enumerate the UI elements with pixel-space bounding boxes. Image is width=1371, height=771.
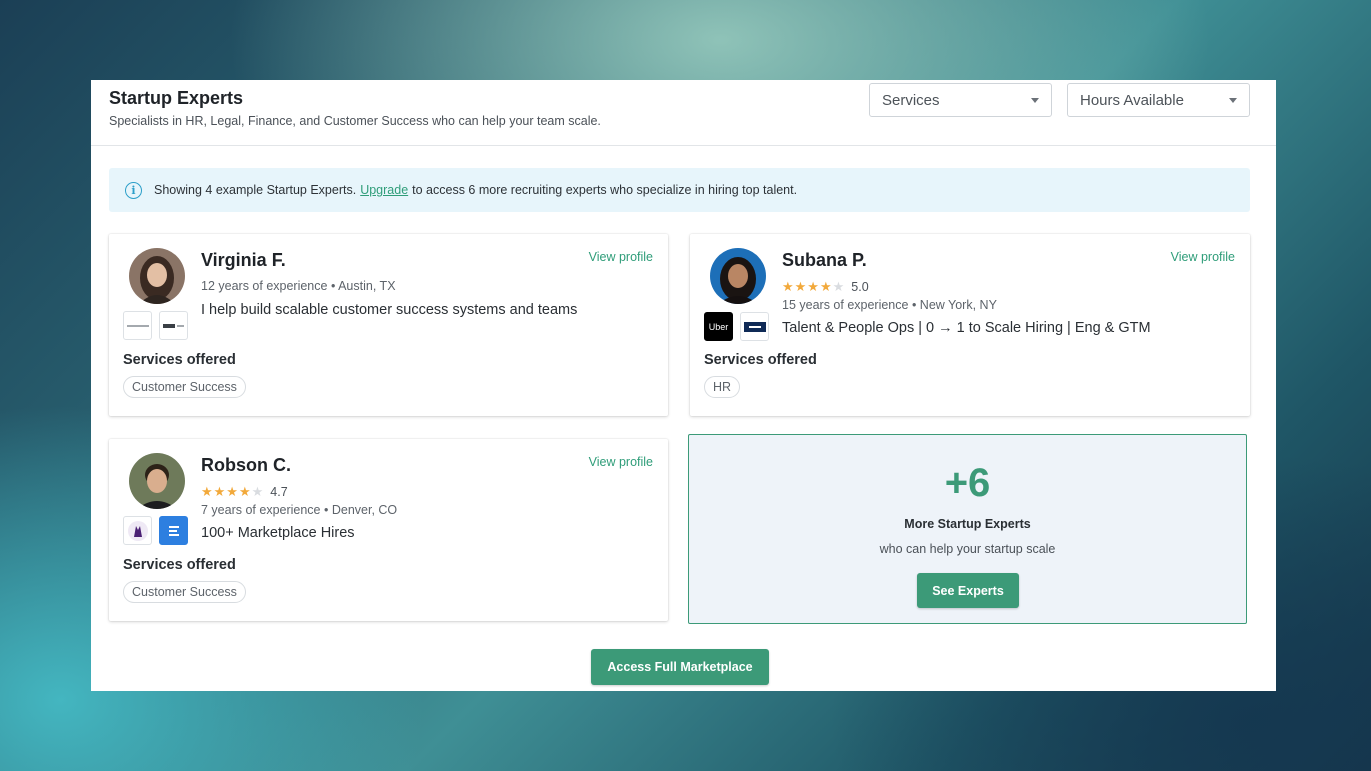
info-icon: i <box>125 181 142 199</box>
rating: ★★★★★ 4.7 <box>201 484 288 500</box>
expert-card-robson: Robson C. View profile ★★★★★ 4.7 7 years… <box>109 439 668 621</box>
expert-headline: Talent & People Ops | 0 → 1 to Scale Hir… <box>782 320 1151 336</box>
more-experts-count: +6 <box>944 461 991 505</box>
more-experts-card: +6 More Startup Experts who can help you… <box>688 434 1247 624</box>
company-logos <box>123 311 188 340</box>
services-offered-label: Services offered <box>123 557 236 573</box>
star-rating-icon: ★★★★★ <box>782 279 846 294</box>
see-experts-button[interactable]: See Experts <box>917 573 1019 608</box>
avatar <box>710 248 766 304</box>
expert-name: Robson C. <box>201 455 291 475</box>
services-filter-select[interactable]: Services <box>869 83 1052 117</box>
expert-meta: 12 years of experience • Austin, TX <box>201 279 396 293</box>
page-title: Startup Experts <box>109 88 244 108</box>
company-logo-icon <box>159 516 188 545</box>
company-logo-icon <box>159 311 188 340</box>
avatar <box>129 248 185 304</box>
service-tag: Customer Success <box>123 581 246 603</box>
chevron-down-icon <box>1031 98 1039 103</box>
expert-name: Subana P. <box>782 250 867 270</box>
services-offered-label: Services offered <box>704 352 817 368</box>
hours-filter-label: Hours Available <box>1080 91 1184 109</box>
banner-suffix: to access 6 more recruiting experts who … <box>412 183 798 197</box>
view-profile-link[interactable]: View profile <box>589 250 653 264</box>
services-offered-label: Services offered <box>123 352 236 368</box>
page-subtitle: Specialists in HR, Legal, Finance, and C… <box>109 114 601 128</box>
service-tag: HR <box>704 376 741 398</box>
company-logo-icon <box>123 311 152 340</box>
service-tag: Customer Success <box>123 376 246 398</box>
more-experts-subtitle: who can help your startup scale <box>879 542 1056 556</box>
expert-meta: 7 years of experience • Denver, CO <box>201 503 398 517</box>
chevron-down-icon <box>1229 98 1237 103</box>
expert-headline: 100+ Marketplace Hires <box>201 525 355 541</box>
view-profile-link[interactable]: View profile <box>1171 250 1235 264</box>
star-rating-icon: ★★★★★ <box>201 484 265 499</box>
rating-value: 5.0 <box>851 280 869 294</box>
upgrade-link[interactable]: Upgrade <box>360 183 408 197</box>
services-filter-label: Services <box>882 91 940 109</box>
view-profile-link[interactable]: View profile <box>589 455 653 469</box>
company-logos: Uber <box>704 312 769 341</box>
rating: ★★★★★ 5.0 <box>782 279 869 295</box>
uber-logo-icon: Uber <box>704 312 733 341</box>
hours-available-filter-select[interactable]: Hours Available <box>1067 83 1250 117</box>
company-logo-icon <box>123 516 152 545</box>
access-full-marketplace-button[interactable]: Access Full Marketplace <box>591 649 769 685</box>
expert-meta: 15 years of experience • New York, NY <box>782 298 997 312</box>
banner-prefix: Showing 4 example Startup Experts. <box>154 183 357 197</box>
startup-experts-panel: Startup Experts Specialists in HR, Legal… <box>91 80 1276 691</box>
expert-headline: I help build scalable customer success s… <box>201 302 578 318</box>
company-logos <box>123 516 188 545</box>
company-logo-icon <box>740 312 769 341</box>
avatar <box>129 453 185 509</box>
expert-name: Virginia F. <box>201 250 286 270</box>
upgrade-banner: i Showing 4 example Startup Experts. Upg… <box>109 168 1250 212</box>
expert-card-virginia: Virginia F. View profile 12 years of exp… <box>109 234 668 416</box>
rating-value: 4.7 <box>270 485 288 499</box>
more-experts-title: More Startup Experts <box>904 517 1031 531</box>
panel-header: Startup Experts Specialists in HR, Legal… <box>91 80 1276 146</box>
expert-card-subana: Subana P. View profile ★★★★★ 5.0 15 year… <box>690 234 1250 416</box>
